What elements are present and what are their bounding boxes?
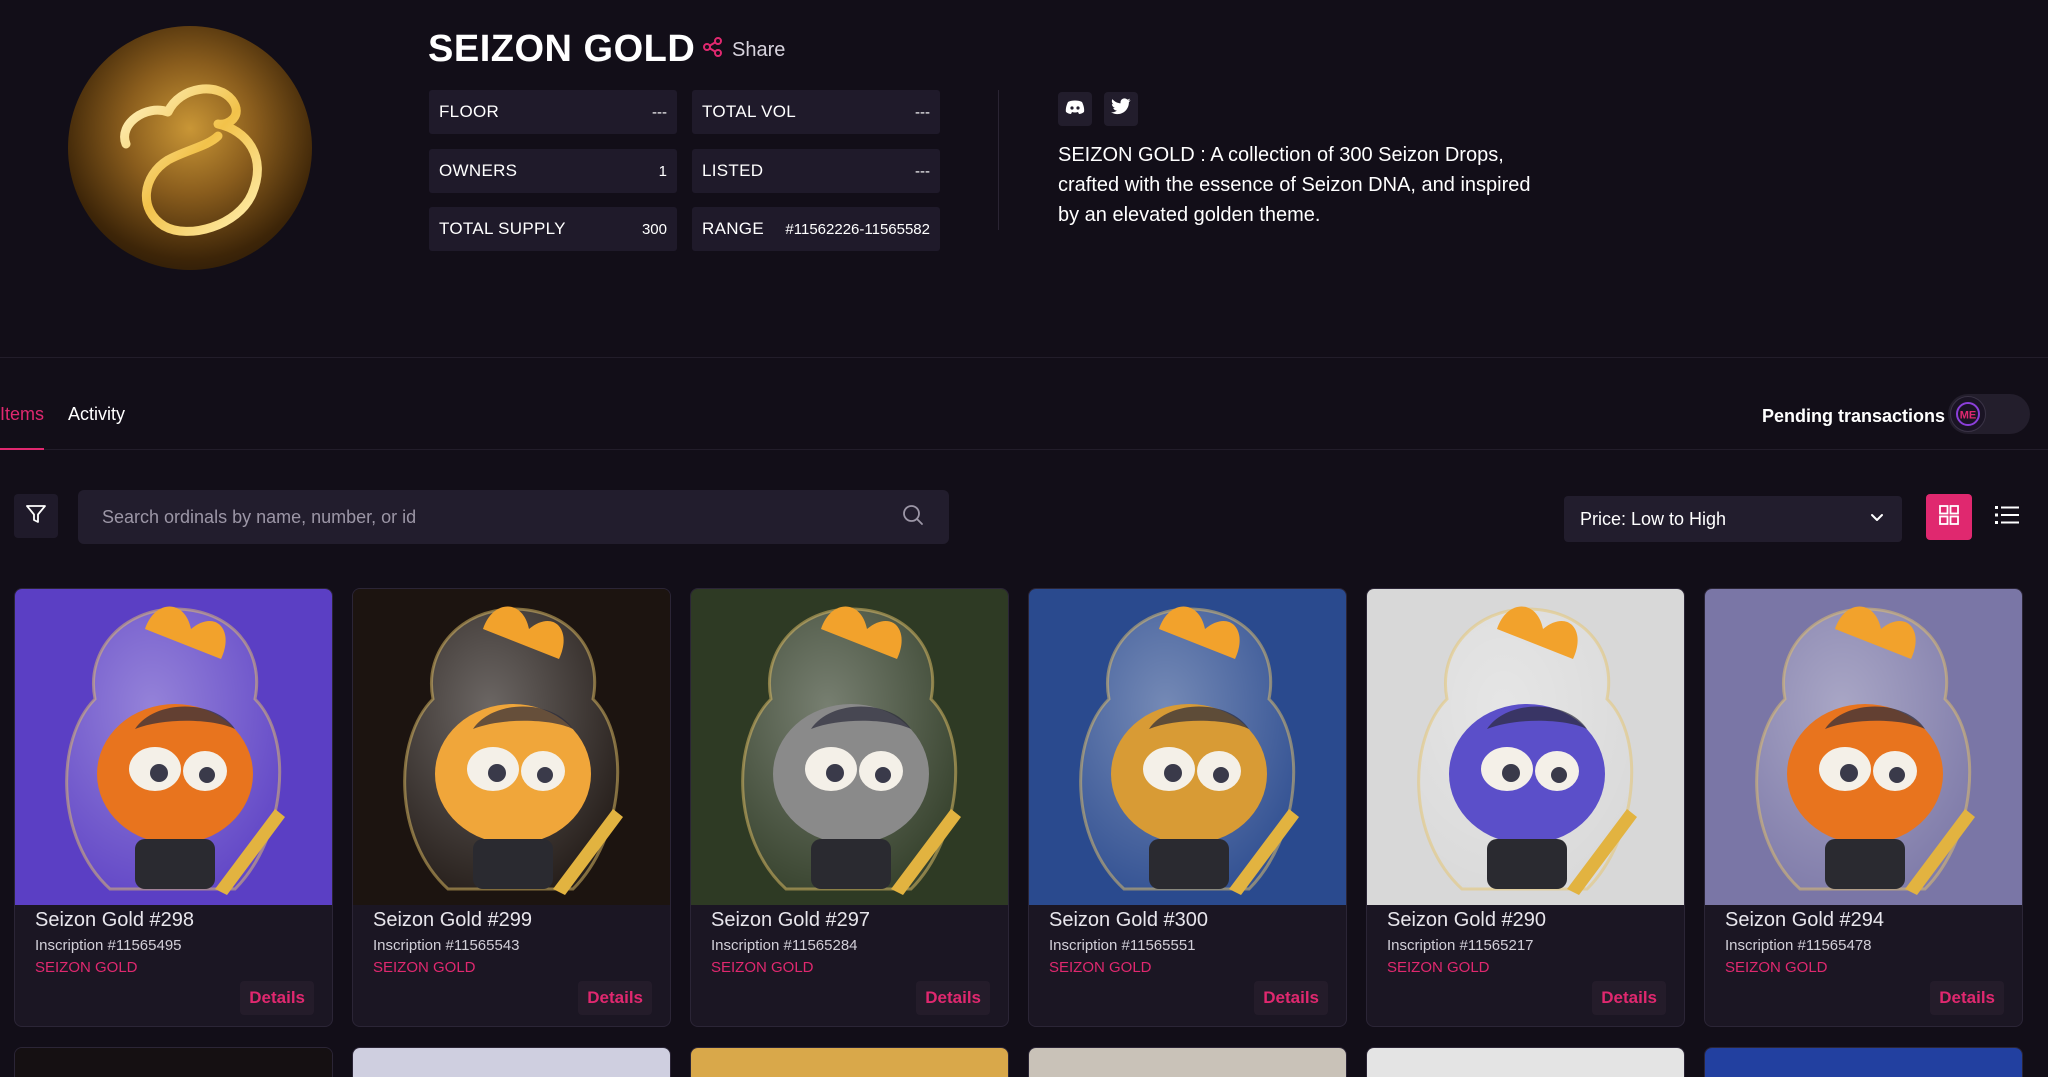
stat-label: LISTED	[702, 161, 764, 180]
header-divider	[998, 90, 999, 230]
list-icon	[1993, 503, 2021, 532]
item-name: Seizon Gold #298	[35, 909, 195, 931]
list-view-button[interactable]	[1984, 494, 2030, 540]
details-button[interactable]: Details	[1592, 981, 1666, 1015]
stat-label: TOTAL VOL	[702, 102, 797, 121]
search-icon[interactable]	[901, 503, 925, 532]
item-image[interactable]	[691, 589, 1008, 905]
item-card[interactable]: Seizon Gold #297 Inscription #11565284 SEI…	[690, 588, 1009, 1027]
stat-total-supply: TOTAL SUPPLY 300	[429, 207, 677, 251]
item-inscription: Inscription #11565495	[35, 937, 182, 954]
pending-transactions-toggle[interactable]: ME	[1948, 394, 2030, 434]
item-image[interactable]	[1367, 589, 1684, 905]
item-collection-link[interactable]: SEIZON GOLD	[35, 959, 138, 976]
tab-activity[interactable]: Activity	[68, 404, 125, 425]
item-card-partial[interactable]	[690, 1047, 1009, 1077]
stat-value: 300	[641, 220, 667, 238]
stat-label: OWNERS	[439, 161, 518, 180]
stat-value: ---	[915, 103, 930, 121]
item-image[interactable]	[353, 589, 670, 905]
item-card-partial[interactable]	[1704, 1047, 2023, 1077]
stat-range: RANGE #11562226-11565582	[692, 207, 940, 251]
item-collection-link[interactable]: SEIZON GOLD	[1725, 959, 1828, 976]
item-image[interactable]	[1705, 589, 2022, 905]
stat-label: FLOOR	[439, 102, 500, 121]
stat-value: ---	[652, 103, 667, 121]
stat-value: #11562226-11565582	[785, 220, 930, 238]
item-card-partial[interactable]	[352, 1047, 671, 1077]
item-inscription: Inscription #11565478	[1725, 937, 1872, 954]
item-image[interactable]	[353, 1048, 670, 1077]
item-name: Seizon Gold #299	[373, 909, 533, 931]
share-label: Share	[732, 38, 786, 61]
search-bar	[78, 490, 949, 544]
item-card[interactable]: Seizon Gold #294 Inscription #11565478 SEI…	[1704, 588, 2023, 1027]
share-icon	[702, 36, 724, 64]
filter-icon	[24, 502, 48, 531]
item-card-partial[interactable]	[14, 1047, 333, 1077]
twitter-icon	[1111, 98, 1131, 120]
discord-icon	[1065, 99, 1085, 120]
stat-label: TOTAL SUPPLY	[439, 219, 566, 238]
discord-button[interactable]	[1058, 92, 1092, 126]
item-image[interactable]	[1029, 589, 1346, 905]
collection-header: SEIZON GOLD Share FLOOR --- TOTAL VOL --…	[0, 0, 2048, 358]
stat-listed: LISTED ---	[692, 149, 940, 193]
collection-logo	[68, 26, 312, 270]
sort-select[interactable]: Price: Low to High	[1564, 496, 1902, 542]
tabs-bar: Items Activity Pending transactions ME	[0, 358, 2048, 450]
grid-view-button[interactable]	[1926, 494, 1972, 540]
chevron-down-icon	[1868, 508, 1886, 531]
item-inscription: Inscription #11565284	[711, 937, 858, 954]
item-image[interactable]	[15, 1048, 332, 1077]
item-name: Seizon Gold #294	[1725, 909, 1885, 931]
item-inscription: Inscription #11565217	[1387, 937, 1534, 954]
pending-transactions-label: Pending transactions	[1762, 406, 1946, 426]
item-inscription: Inscription #11565551	[1049, 937, 1196, 954]
tab-items[interactable]: Items	[0, 404, 44, 425]
item-card[interactable]: Seizon Gold #300 Inscription #11565551 SEI…	[1028, 588, 1347, 1027]
stat-owners: OWNERS 1	[429, 149, 677, 193]
item-name: Seizon Gold #300	[1049, 909, 1209, 931]
item-name: Seizon Gold #290	[1387, 909, 1547, 931]
share-button[interactable]: Share	[702, 36, 785, 64]
details-button[interactable]: Details	[240, 981, 314, 1015]
item-collection-link[interactable]: SEIZON GOLD	[1387, 959, 1490, 976]
search-input[interactable]	[102, 506, 901, 528]
item-card-partial[interactable]	[1366, 1047, 1685, 1077]
item-image[interactable]	[691, 1048, 1008, 1077]
filter-button[interactable]	[14, 494, 58, 538]
collection-page: SEIZON GOLD Share FLOOR --- TOTAL VOL --…	[0, 0, 2048, 1077]
twitter-button[interactable]	[1104, 92, 1138, 126]
item-card[interactable]: Seizon Gold #299 Inscription #11565543 SEI…	[352, 588, 671, 1027]
item-card-partial[interactable]	[1028, 1047, 1347, 1077]
collection-description: SEIZON GOLD : A collection of 300 Seizon…	[1058, 144, 1531, 226]
details-button[interactable]: Details	[1930, 981, 2004, 1015]
item-collection-link[interactable]: SEIZON GOLD	[1049, 959, 1152, 976]
details-button[interactable]: Details	[916, 981, 990, 1015]
details-button[interactable]: Details	[1254, 981, 1328, 1015]
stat-total-vol: TOTAL VOL ---	[692, 90, 940, 134]
collection-title: SEIZON GOLD	[428, 28, 696, 70]
stat-label: RANGE	[702, 219, 764, 238]
item-inscription: Inscription #11565543	[373, 937, 520, 954]
stat-floor: FLOOR ---	[429, 90, 677, 134]
grid-icon	[1937, 503, 1961, 532]
item-collection-link[interactable]: SEIZON GOLD	[373, 959, 476, 976]
item-card[interactable]: Seizon Gold #298 Inscription #11565495 SEI…	[14, 588, 333, 1027]
active-tab-underline	[0, 448, 44, 450]
stat-value: 1	[658, 162, 667, 180]
magic-eden-icon: ME	[1950, 396, 1986, 432]
item-name: Seizon Gold #297	[711, 909, 871, 931]
details-button[interactable]: Details	[578, 981, 652, 1015]
item-image[interactable]	[15, 589, 332, 905]
item-card[interactable]: Seizon Gold #290 Inscription #11565217 SEI…	[1366, 588, 1685, 1027]
stat-value: ---	[915, 162, 930, 180]
item-image[interactable]	[1029, 1048, 1346, 1077]
toggle-badge-text: ME	[1960, 410, 1977, 422]
item-image[interactable]	[1705, 1048, 2022, 1077]
item-collection-link[interactable]: SEIZON GOLD	[711, 959, 814, 976]
item-image[interactable]	[1367, 1048, 1684, 1077]
sort-selected-label: Price: Low to High	[1580, 508, 1727, 529]
